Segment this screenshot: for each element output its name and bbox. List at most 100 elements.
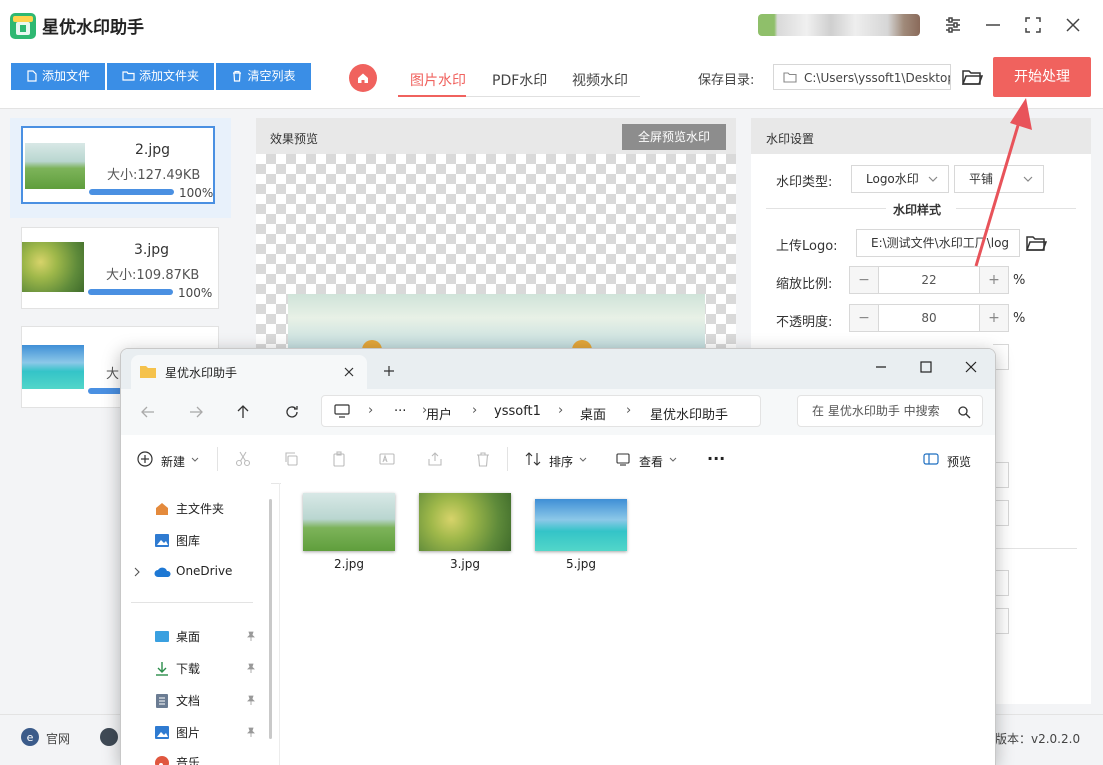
add-file-button[interactable]: 添加文件 bbox=[11, 63, 105, 90]
sidebar-item-desktop[interactable]: 桌面 bbox=[154, 627, 264, 647]
watermark-type-label: 水印类型: bbox=[776, 175, 833, 190]
computer-icon bbox=[334, 404, 350, 418]
breadcrumb-users[interactable]: 用户 bbox=[426, 404, 452, 423]
sidebar-scrollbar[interactable] bbox=[269, 499, 272, 739]
chevron-right-icon[interactable] bbox=[133, 567, 141, 577]
sidebar-item-pictures[interactable]: 图片 bbox=[154, 723, 264, 743]
home-button[interactable] bbox=[349, 64, 377, 92]
back-arrow-icon[interactable] bbox=[139, 403, 157, 421]
file-tile-name: 3.jpg bbox=[449, 557, 481, 571]
scale-decrease-button[interactable]: − bbox=[850, 267, 878, 293]
version-text: 版本：v2.0.2.0 bbox=[995, 732, 1081, 746]
maximize-icon[interactable] bbox=[1020, 12, 1046, 38]
rename-icon[interactable] bbox=[379, 451, 395, 467]
download-icon bbox=[156, 662, 168, 676]
sidebar-item-documents[interactable]: 文档 bbox=[154, 691, 264, 711]
view-button[interactable]: 查看 bbox=[639, 453, 663, 470]
browse-folder-icon[interactable] bbox=[961, 66, 983, 88]
clear-list-button[interactable]: 清空列表 bbox=[216, 63, 311, 90]
explorer-command-bar: 新建 排序 查看 ··· 预览 bbox=[121, 435, 995, 484]
preview-title: 效果预览 bbox=[270, 132, 319, 146]
breadcrumb-current[interactable]: 星优水印助手 bbox=[650, 404, 728, 423]
file-item[interactable]: 2.jpg 大小:127.49KB 100% bbox=[21, 126, 215, 204]
file-tile-name: 2.jpg bbox=[333, 557, 365, 571]
user-avatar[interactable] bbox=[758, 14, 920, 36]
sidebar-item-label: 桌面 bbox=[176, 630, 201, 644]
opacity-decrease-button[interactable]: − bbox=[850, 305, 878, 331]
new-tab-icon[interactable] bbox=[383, 365, 395, 377]
sort-button[interactable]: 排序 bbox=[549, 453, 573, 470]
scale-label: 缩放比例: bbox=[776, 277, 833, 292]
watermark-type-select[interactable]: Logo水印 bbox=[851, 165, 949, 193]
breadcrumb-overflow[interactable]: ··· bbox=[394, 404, 406, 419]
scale-increase-button[interactable]: + bbox=[980, 267, 1008, 293]
file-explorer-window: 星优水印助手 › ··· › 用户 › yssoft1 › 桌面 › 星优水印助… bbox=[120, 348, 996, 765]
close-icon[interactable] bbox=[961, 357, 981, 377]
website-icon[interactable]: e bbox=[21, 728, 39, 746]
save-dir-input[interactable]: C:\Users\yssoft1\Desktop bbox=[773, 64, 951, 90]
opacity-value[interactable]: 80 bbox=[878, 305, 980, 331]
copy-icon[interactable] bbox=[283, 451, 299, 467]
folder-icon bbox=[140, 366, 156, 378]
minimize-icon[interactable] bbox=[980, 12, 1006, 38]
opacity-increase-button[interactable]: + bbox=[980, 305, 1008, 331]
folder-icon bbox=[122, 71, 135, 81]
explorer-tab[interactable]: 星优水印助手 bbox=[131, 355, 367, 389]
up-arrow-icon[interactable] bbox=[234, 403, 252, 421]
breadcrumb-user[interactable]: yssoft1 bbox=[494, 404, 541, 419]
divider bbox=[131, 602, 253, 603]
preview-pane-button[interactable]: 预览 bbox=[947, 453, 971, 470]
add-folder-button[interactable]: 添加文件夹 bbox=[107, 63, 214, 90]
forward-arrow-icon[interactable] bbox=[187, 403, 205, 421]
address-bar[interactable]: › ··· › 用户 › yssoft1 › 桌面 › 星优水印助手 bbox=[321, 395, 761, 427]
minimize-icon[interactable] bbox=[871, 357, 891, 377]
plus-circle-icon bbox=[137, 451, 153, 467]
explorer-tab-title: 星优水印助手 bbox=[165, 366, 238, 380]
svg-text:e: e bbox=[27, 731, 34, 744]
pin-icon[interactable] bbox=[246, 663, 256, 673]
sidebar-item-gallery[interactable]: 图库 bbox=[154, 531, 264, 551]
scale-value[interactable]: 22 bbox=[878, 267, 980, 293]
tab-video-watermark[interactable]: 视频水印 bbox=[572, 70, 628, 90]
refresh-icon[interactable] bbox=[283, 403, 301, 421]
explorer-nav-bar: › ··· › 用户 › yssoft1 › 桌面 › 星优水印助手 在 星优水… bbox=[121, 389, 995, 435]
breadcrumb-desktop[interactable]: 桌面 bbox=[580, 404, 606, 423]
sidebar-item-label: 音乐 bbox=[176, 756, 201, 765]
opacity-label: 不透明度: bbox=[776, 315, 833, 330]
sidebar-item-music[interactable]: 音乐 bbox=[154, 753, 264, 765]
pin-icon[interactable] bbox=[246, 631, 256, 641]
pin-icon[interactable] bbox=[246, 695, 256, 705]
more-options-button[interactable]: ··· bbox=[707, 449, 725, 468]
fullscreen-preview-button[interactable]: 全屏预览水印 bbox=[622, 124, 726, 150]
settings-sliders-icon[interactable] bbox=[940, 12, 966, 38]
close-icon[interactable] bbox=[1060, 12, 1086, 38]
share-icon[interactable] bbox=[427, 451, 443, 467]
close-tab-icon[interactable] bbox=[343, 366, 355, 378]
paste-icon[interactable] bbox=[331, 451, 347, 467]
tab-pdf-watermark[interactable]: PDF水印 bbox=[492, 70, 547, 90]
sidebar-item-home[interactable]: 主文件夹 bbox=[154, 499, 264, 519]
cut-icon[interactable] bbox=[235, 451, 251, 467]
chevron-down-icon bbox=[669, 457, 677, 462]
search-icon[interactable] bbox=[957, 405, 971, 419]
delete-icon[interactable] bbox=[475, 451, 491, 467]
home-icon bbox=[156, 503, 168, 515]
file-item[interactable]: 3.jpg 大小:109.87KB 100% bbox=[21, 227, 219, 309]
sidebar-item-downloads[interactable]: 下载 bbox=[154, 659, 264, 679]
new-button[interactable]: 新建 bbox=[161, 453, 185, 470]
pin-icon[interactable] bbox=[246, 727, 256, 737]
file-thumbnail bbox=[22, 345, 84, 389]
progress-bar bbox=[89, 189, 174, 195]
file-tile-name: 5.jpg bbox=[565, 557, 597, 571]
explorer-search-input[interactable]: 在 星优水印助手 中搜索 bbox=[797, 395, 983, 427]
chat-icon[interactable] bbox=[100, 728, 118, 746]
divider bbox=[507, 447, 508, 471]
sidebar-item-onedrive[interactable]: OneDrive bbox=[154, 563, 264, 583]
website-link[interactable]: 官网 bbox=[46, 730, 70, 747]
breadcrumb-separator: › bbox=[558, 403, 564, 418]
scale-unit: % bbox=[1013, 273, 1026, 288]
maximize-icon[interactable] bbox=[916, 357, 936, 377]
tab-image-watermark[interactable]: 图片水印 bbox=[410, 70, 466, 90]
upload-logo-label: 上传Logo: bbox=[776, 239, 838, 254]
add-file-label: 添加文件 bbox=[41, 69, 90, 83]
